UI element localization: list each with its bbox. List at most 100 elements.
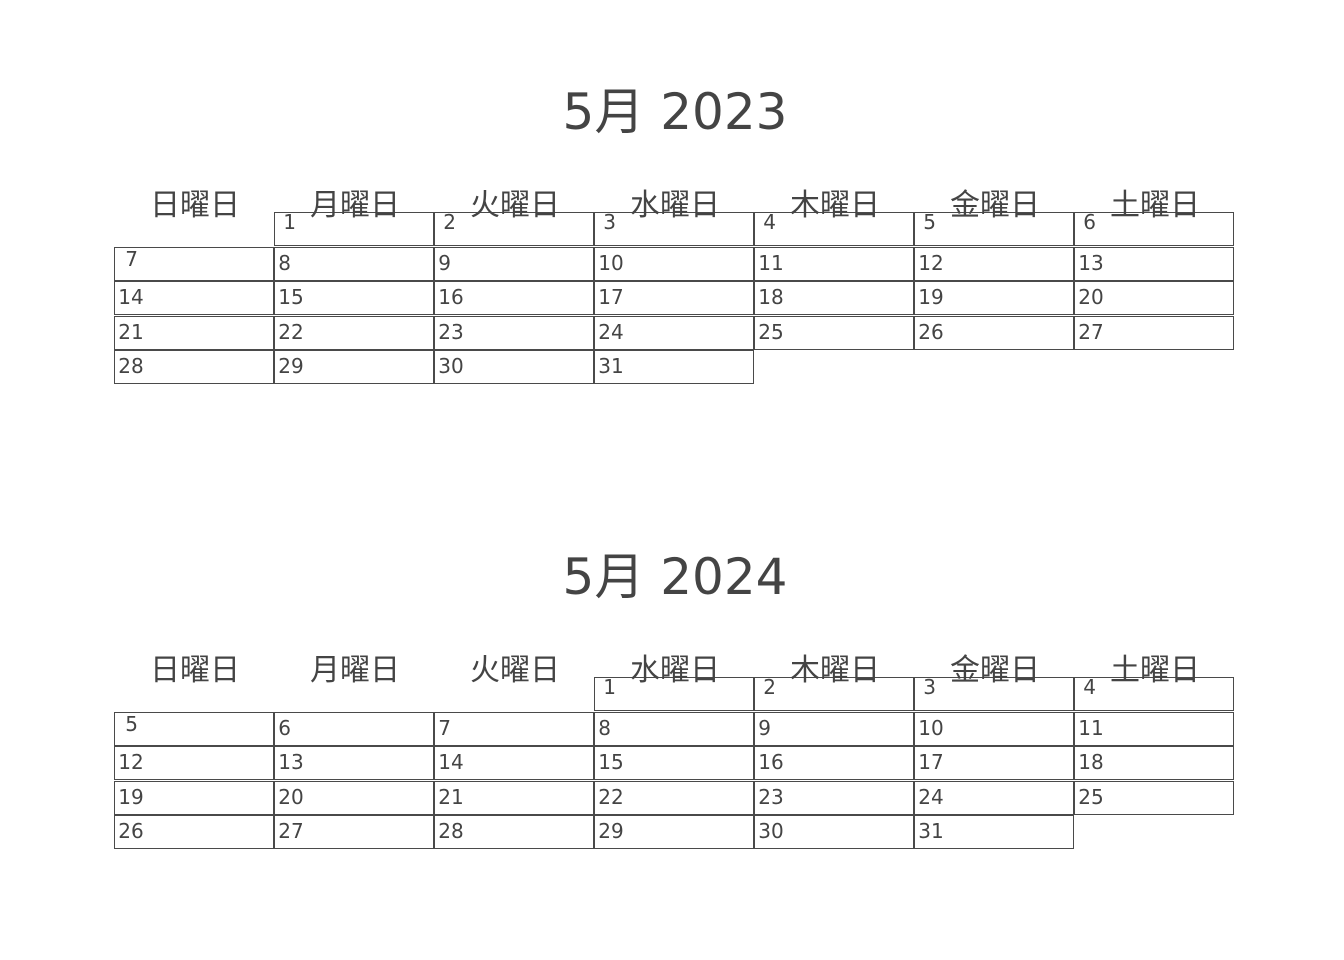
day-cell[interactable]: 23 [434,315,595,350]
day-number: 19 [918,285,944,310]
day-number: 27 [278,819,304,844]
day-cell[interactable]: 11 [1074,711,1235,746]
day-cell[interactable]: 10 [594,246,755,281]
day-cell[interactable]: 19 [914,281,1075,316]
day-number: 26 [918,319,944,344]
day-cell[interactable]: 29 [274,350,435,385]
weekday-header: 水曜日 [630,653,720,688]
day-cell[interactable]: 6 [274,711,435,746]
day-number: 25 [758,319,784,344]
day-number: 22 [278,319,304,344]
day-number: 12 [118,750,144,775]
weekday-header: 金曜日 [950,653,1040,688]
day-number: 30 [438,354,464,379]
day-number: 10 [598,250,624,275]
day-cell[interactable]: 23 [754,780,915,815]
day-number: 23 [438,319,464,344]
day-cell[interactable]: 7 [114,246,275,281]
day-number: 26 [118,819,144,844]
day-number: 20 [1078,285,1104,310]
day-number: 17 [918,750,944,775]
day-cell[interactable]: 24 [594,315,755,350]
day-number: 14 [438,750,464,775]
day-number: 22 [598,784,624,809]
day-number: 13 [278,750,304,775]
day-number: 31 [918,819,944,844]
day-number: 12 [918,250,944,275]
day-cell[interactable]: 22 [594,780,755,815]
day-cell[interactable]: 8 [594,711,755,746]
weekday-header: 金曜日 [950,188,1040,223]
day-cell[interactable]: 9 [754,711,915,746]
day-cell[interactable]: 16 [754,746,915,781]
day-cell[interactable]: 31 [914,815,1075,850]
day-cell[interactable]: 17 [914,746,1075,781]
day-number: 28 [118,354,144,379]
day-cell[interactable]: 25 [754,315,915,350]
weekday-header: 木曜日 [790,653,880,688]
day-cell[interactable]: 28 [434,815,595,850]
day-cell[interactable]: 13 [274,746,435,781]
weekday-header: 月曜日 [310,653,400,688]
day-number: 16 [438,285,464,310]
day-cell[interactable]: 10 [914,711,1075,746]
day-cell[interactable]: 22 [274,315,435,350]
day-number: 13 [1078,250,1104,275]
day-number: 24 [598,319,624,344]
day-cell[interactable]: 21 [114,315,275,350]
day-cell[interactable]: 18 [754,281,915,316]
day-cell[interactable]: 18 [1074,746,1235,781]
day-number: 19 [118,784,144,809]
day-cell[interactable]: 27 [274,815,435,850]
day-cell[interactable]: 14 [434,746,595,781]
day-number: 18 [758,285,784,310]
day-number: 10 [918,715,944,740]
day-cell[interactable]: 12 [114,746,275,781]
day-number: 11 [758,250,784,275]
day-cell[interactable]: 27 [1074,315,1235,350]
day-number: 23 [758,784,784,809]
day-cell[interactable]: 26 [914,315,1075,350]
day-cell[interactable]: 29 [594,815,755,850]
day-number: 31 [598,354,624,379]
day-cell[interactable]: 15 [274,281,435,316]
day-cell[interactable]: 15 [594,746,755,781]
day-cell[interactable]: 24 [914,780,1075,815]
day-number: 6 [278,715,291,740]
day-cell[interactable]: 30 [754,815,915,850]
day-cell[interactable]: 19 [114,780,275,815]
day-number: 11 [1078,715,1104,740]
day-cell[interactable]: 26 [114,815,275,850]
day-number: 29 [278,354,304,379]
day-cell[interactable]: 5 [114,711,275,746]
day-number: 18 [1078,750,1104,775]
day-number: 7 [125,246,138,271]
day-number: 7 [438,715,451,740]
day-cell[interactable]: 13 [1074,246,1235,281]
day-cell[interactable]: 28 [114,350,275,385]
day-number: 8 [598,715,611,740]
day-number: 15 [278,285,304,310]
weekday-header: 土曜日 [1110,653,1200,688]
day-cell[interactable]: 17 [594,281,755,316]
calendar-title: 5月 2023 [562,83,788,141]
day-cell[interactable]: 7 [434,711,595,746]
day-cell[interactable]: 21 [434,780,595,815]
day-cell[interactable]: 20 [274,780,435,815]
day-cell[interactable]: 14 [114,281,275,316]
weekday-header: 月曜日 [310,188,400,223]
day-number: 5 [125,711,138,736]
day-cell[interactable]: 30 [434,350,595,385]
day-cell[interactable]: 31 [594,350,755,385]
day-cell[interactable]: 16 [434,281,595,316]
day-cell[interactable]: 8 [274,246,435,281]
day-cell[interactable]: 12 [914,246,1075,281]
day-cell[interactable]: 20 [1074,281,1235,316]
day-cell[interactable]: 25 [1074,780,1235,815]
day-number: 29 [598,819,624,844]
day-cell[interactable]: 9 [434,246,595,281]
weekday-header: 水曜日 [630,188,720,223]
day-number: 8 [278,250,291,275]
day-number: 24 [918,784,944,809]
day-cell[interactable]: 11 [754,246,915,281]
